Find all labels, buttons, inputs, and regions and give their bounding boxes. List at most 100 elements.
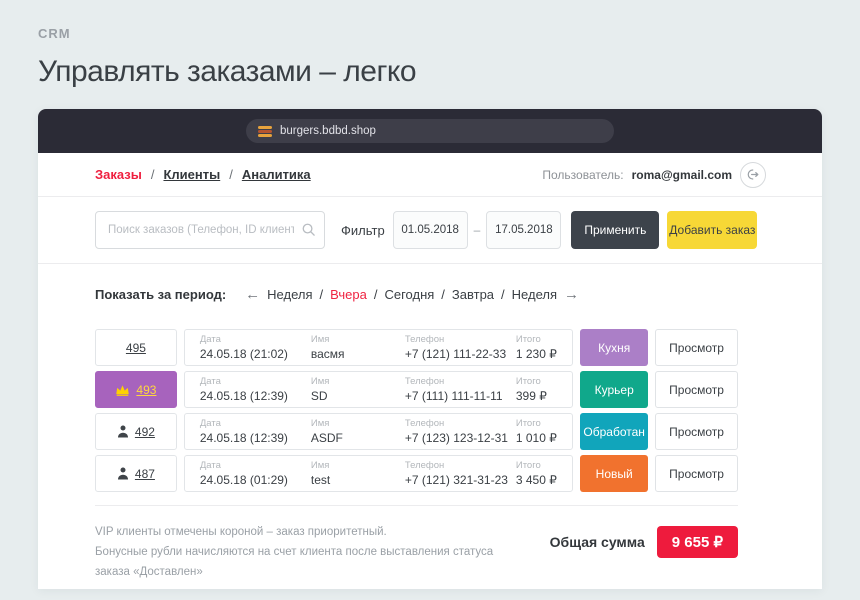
period-separator: / [374, 287, 378, 302]
total-sum-badge: 9 655 ₽ [657, 526, 738, 558]
browser-bar: burgers.bdbd.shop [38, 109, 822, 153]
table-row: 493 Дата24.05.18 (12:39) ИмяSD Телефон+7… [95, 371, 738, 408]
period-item-week-next[interactable]: Неделя [512, 287, 557, 302]
nav-separator: / [229, 167, 233, 182]
order-summary-card: Дата 24.05.18 (01:29) Имя test Телефон +7 (… [184, 455, 573, 492]
browser-window: burgers.bdbd.shop Заказы / Клиенты / Ана… [38, 109, 822, 589]
bonus-note: Бонусные рубли начисляются на счет клиен… [95, 542, 495, 582]
date-label: Дата [200, 418, 311, 429]
total-block: Общая сумма 9 655 ₽ [550, 526, 738, 558]
logout-button[interactable] [740, 162, 766, 188]
person-icon [117, 425, 129, 438]
period-label: Показать за период: [95, 287, 226, 302]
address-url: burgers.bdbd.shop [280, 125, 376, 137]
panel-footer: VIP клиенты отмечены короной – заказ при… [38, 506, 822, 582]
period-item-week-prev[interactable]: Неделя [267, 287, 312, 302]
add-order-button[interactable]: Добавить заказ [667, 211, 757, 249]
order-id-cell[interactable]: 492 [95, 413, 177, 450]
filter-label: Фильтр [341, 223, 385, 238]
person-icon [117, 467, 129, 480]
logout-icon [746, 167, 761, 182]
vip-note: VIP клиенты отмечены короной – заказ при… [95, 522, 495, 542]
name-value: васмя [311, 347, 405, 361]
date-to-input[interactable]: 17.05.2018 [486, 211, 561, 249]
page-title: Управлять заказами – легко [38, 55, 822, 89]
total-label: Итого [516, 418, 572, 429]
date-from-input[interactable]: 01.05.2018 [393, 211, 468, 249]
order-id-link[interactable]: 495 [126, 341, 146, 355]
page-header: CRM Управлять заказами – легко [0, 0, 860, 89]
order-id-link[interactable]: 487 [135, 467, 155, 481]
date-value: 24.05.18 (12:39) [200, 389, 311, 403]
name-label: Имя [311, 334, 405, 345]
order-id-link[interactable]: 492 [135, 425, 155, 439]
total-sum-label: Общая сумма [550, 534, 645, 550]
date-label: Дата [200, 334, 311, 345]
total-value: 1 010 ₽ [516, 431, 572, 445]
name-value: ASDF [311, 431, 405, 445]
order-id-cell-vip[interactable]: 493 [95, 371, 177, 408]
date-label: Дата [200, 460, 311, 471]
search-input[interactable] [95, 211, 325, 249]
search-box [95, 211, 325, 249]
name-value: SD [311, 389, 405, 403]
name-value: test [311, 473, 405, 487]
order-summary-card: Дата24.05.18 (12:39) ИмяASDF Телефон+7 (… [184, 413, 573, 450]
apply-button[interactable]: Применить [571, 211, 659, 249]
orders-table: 495 Дата 24.05.18 (21:02) Имя васмя Телефо… [95, 329, 738, 492]
nav-tab-clients[interactable]: Клиенты [163, 167, 220, 182]
period-item-tomorrow[interactable]: Завтра [452, 287, 494, 302]
phone-value: +7 (111) 111-11-11 [405, 389, 516, 403]
phone-label: Телефон [405, 334, 516, 345]
phone-value: +7 (121) 321-31-23 [405, 473, 516, 487]
nav-tab-orders[interactable]: Заказы [95, 167, 142, 182]
table-row: 495 Дата 24.05.18 (21:02) Имя васмя Телефо… [95, 329, 738, 366]
phone-value: +7 (123) 123-12-31 [405, 431, 516, 445]
status-badge[interactable]: Кухня [580, 329, 648, 366]
order-id-cell[interactable]: 495 [95, 329, 177, 366]
period-separator: / [441, 287, 445, 302]
view-button[interactable]: Просмотр [655, 413, 738, 450]
total-label: Итого [516, 334, 572, 345]
status-badge[interactable]: Новый [580, 455, 648, 492]
view-button[interactable]: Просмотр [655, 371, 738, 408]
order-id-link[interactable]: 493 [136, 383, 156, 397]
date-value: 24.05.18 (01:29) [200, 473, 311, 487]
period-separator: / [501, 287, 505, 302]
total-label: Итого [516, 376, 572, 387]
nav-links: Заказы / Клиенты / Аналитика [95, 167, 311, 182]
search-icon [301, 222, 316, 237]
prev-week-arrow-icon[interactable]: ← [245, 286, 260, 303]
view-button[interactable]: Просмотр [655, 329, 738, 366]
period-item-yesterday[interactable]: Вчера [330, 287, 367, 302]
status-badge[interactable]: Курьер [580, 371, 648, 408]
filter-row: Фильтр 01.05.2018 – 17.05.2018 Применить… [38, 197, 822, 264]
nav-tab-analytics[interactable]: Аналитика [242, 167, 311, 182]
name-label: Имя [311, 418, 405, 429]
view-button[interactable]: Просмотр [655, 455, 738, 492]
table-row: 492 Дата24.05.18 (12:39) ИмяASDF Телефон… [95, 413, 738, 450]
name-label: Имя [311, 460, 405, 471]
period-item-today[interactable]: Сегодня [384, 287, 434, 302]
date-label: Дата [200, 376, 311, 387]
user-label: Пользователь: [542, 168, 623, 182]
table-row: 487 Дата 24.05.18 (01:29) Имя test Телефон… [95, 455, 738, 492]
total-value: 3 450 ₽ [516, 473, 572, 487]
date-value: 24.05.18 (21:02) [200, 347, 311, 361]
total-value: 399 ₽ [516, 389, 572, 403]
period-separator: / [320, 287, 324, 302]
date-value: 24.05.18 (12:39) [200, 431, 311, 445]
address-bar[interactable]: burgers.bdbd.shop [246, 119, 614, 143]
footer-notes: VIP клиенты отмечены короной – заказ при… [95, 522, 495, 582]
period-selector: Показать за период: ← Неделя / Вчера / С… [38, 264, 822, 303]
user-email: roma@gmail.com [632, 168, 732, 182]
total-label: Итого [516, 460, 572, 471]
crown-icon [115, 384, 130, 396]
burger-favicon-icon [258, 126, 272, 137]
next-week-arrow-icon[interactable]: → [564, 286, 579, 303]
user-block: Пользователь: roma@gmail.com [542, 162, 766, 188]
order-id-cell[interactable]: 487 [95, 455, 177, 492]
phone-value: +7 (121) 111-22-33 [405, 347, 516, 361]
status-badge[interactable]: Обработан [580, 413, 648, 450]
phone-label: Телефон [405, 460, 516, 471]
